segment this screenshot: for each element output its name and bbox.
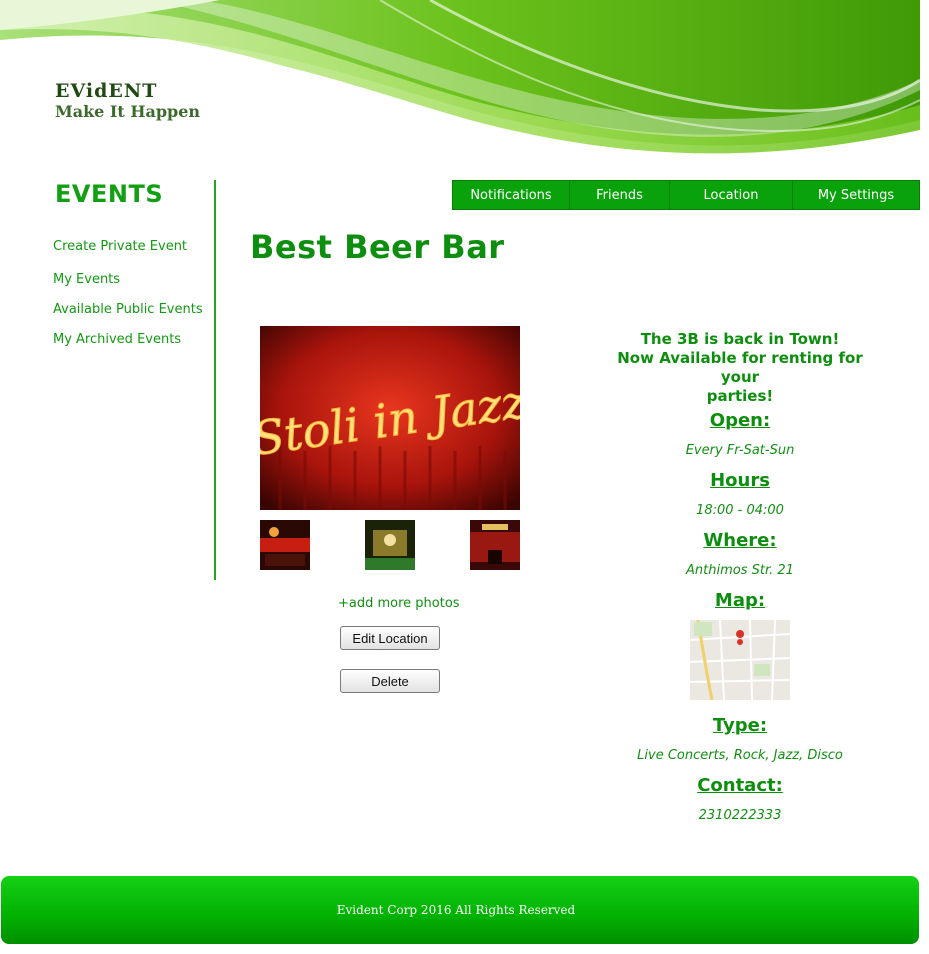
edit-location-button[interactable]: Edit Location xyxy=(340,626,440,650)
promo-line-1: The 3B is back in Town! xyxy=(640,330,840,348)
location-map[interactable] xyxy=(690,620,790,700)
hours-heading: Hours xyxy=(710,470,770,491)
contact-value: 2310222333 xyxy=(698,808,782,823)
sidebar-title: EVENTS xyxy=(55,180,164,208)
brand-tagline: Make It Happen xyxy=(55,102,201,121)
event-main-photo[interactable]: Stoli in Jazz xyxy=(260,326,520,510)
footer: Evident Corp 2016 All Rights Reserved xyxy=(1,876,919,944)
thumbnail-photo-1[interactable] xyxy=(260,520,310,570)
sidebar-item-create-private-event[interactable]: Create Private Event xyxy=(53,239,187,254)
thumbnail-photo-3[interactable] xyxy=(470,520,520,570)
sidebar-item-my-archived-events[interactable]: My Archived Events xyxy=(53,332,181,347)
header-banner: EVidENT Make It Happen xyxy=(0,0,920,170)
nav-notifications[interactable]: Notifications xyxy=(453,181,570,209)
page-title: Best Beer Bar xyxy=(250,228,505,266)
nav-my-settings[interactable]: My Settings xyxy=(793,181,919,209)
promo-line-2: Now Available for renting for your xyxy=(617,349,863,386)
nav-location[interactable]: Location xyxy=(670,181,793,209)
map-heading: Map: xyxy=(714,590,766,611)
where-value: Anthimos Str. 21 xyxy=(686,563,794,578)
type-value: Live Concerts, Rock, Jazz, Disco xyxy=(637,748,843,763)
open-heading: Open: xyxy=(709,410,771,431)
sidebar-item-available-public-events[interactable]: Available Public Events xyxy=(53,302,203,317)
where-heading: Where: xyxy=(703,530,777,551)
brand-logo[interactable]: EVidENT Make It Happen xyxy=(55,80,200,122)
delete-button[interactable]: Delete xyxy=(340,669,440,693)
hours-value: 18:00 - 04:00 xyxy=(696,503,784,518)
contact-heading: Contact: xyxy=(697,775,783,796)
promo-text: The 3B is back in Town! Now Available fo… xyxy=(600,330,880,406)
top-nav: Notifications Friends Location My Settin… xyxy=(452,180,920,210)
footer-copyright: Evident Corp 2016 All Rights Reserved xyxy=(336,903,576,917)
type-heading: Type: xyxy=(712,715,768,736)
thumbnail-photo-2[interactable] xyxy=(365,520,415,570)
promo-line-3: parties! xyxy=(706,387,774,405)
sidebar-divider xyxy=(214,180,216,580)
open-value: Every Fr-Sat-Sun xyxy=(685,443,795,458)
add-more-photos-link[interactable]: +add more photos xyxy=(338,596,460,611)
sidebar-item-my-events[interactable]: My Events xyxy=(53,272,120,287)
nav-friends[interactable]: Friends xyxy=(570,181,670,209)
brand-name: EVidENT xyxy=(55,80,158,102)
